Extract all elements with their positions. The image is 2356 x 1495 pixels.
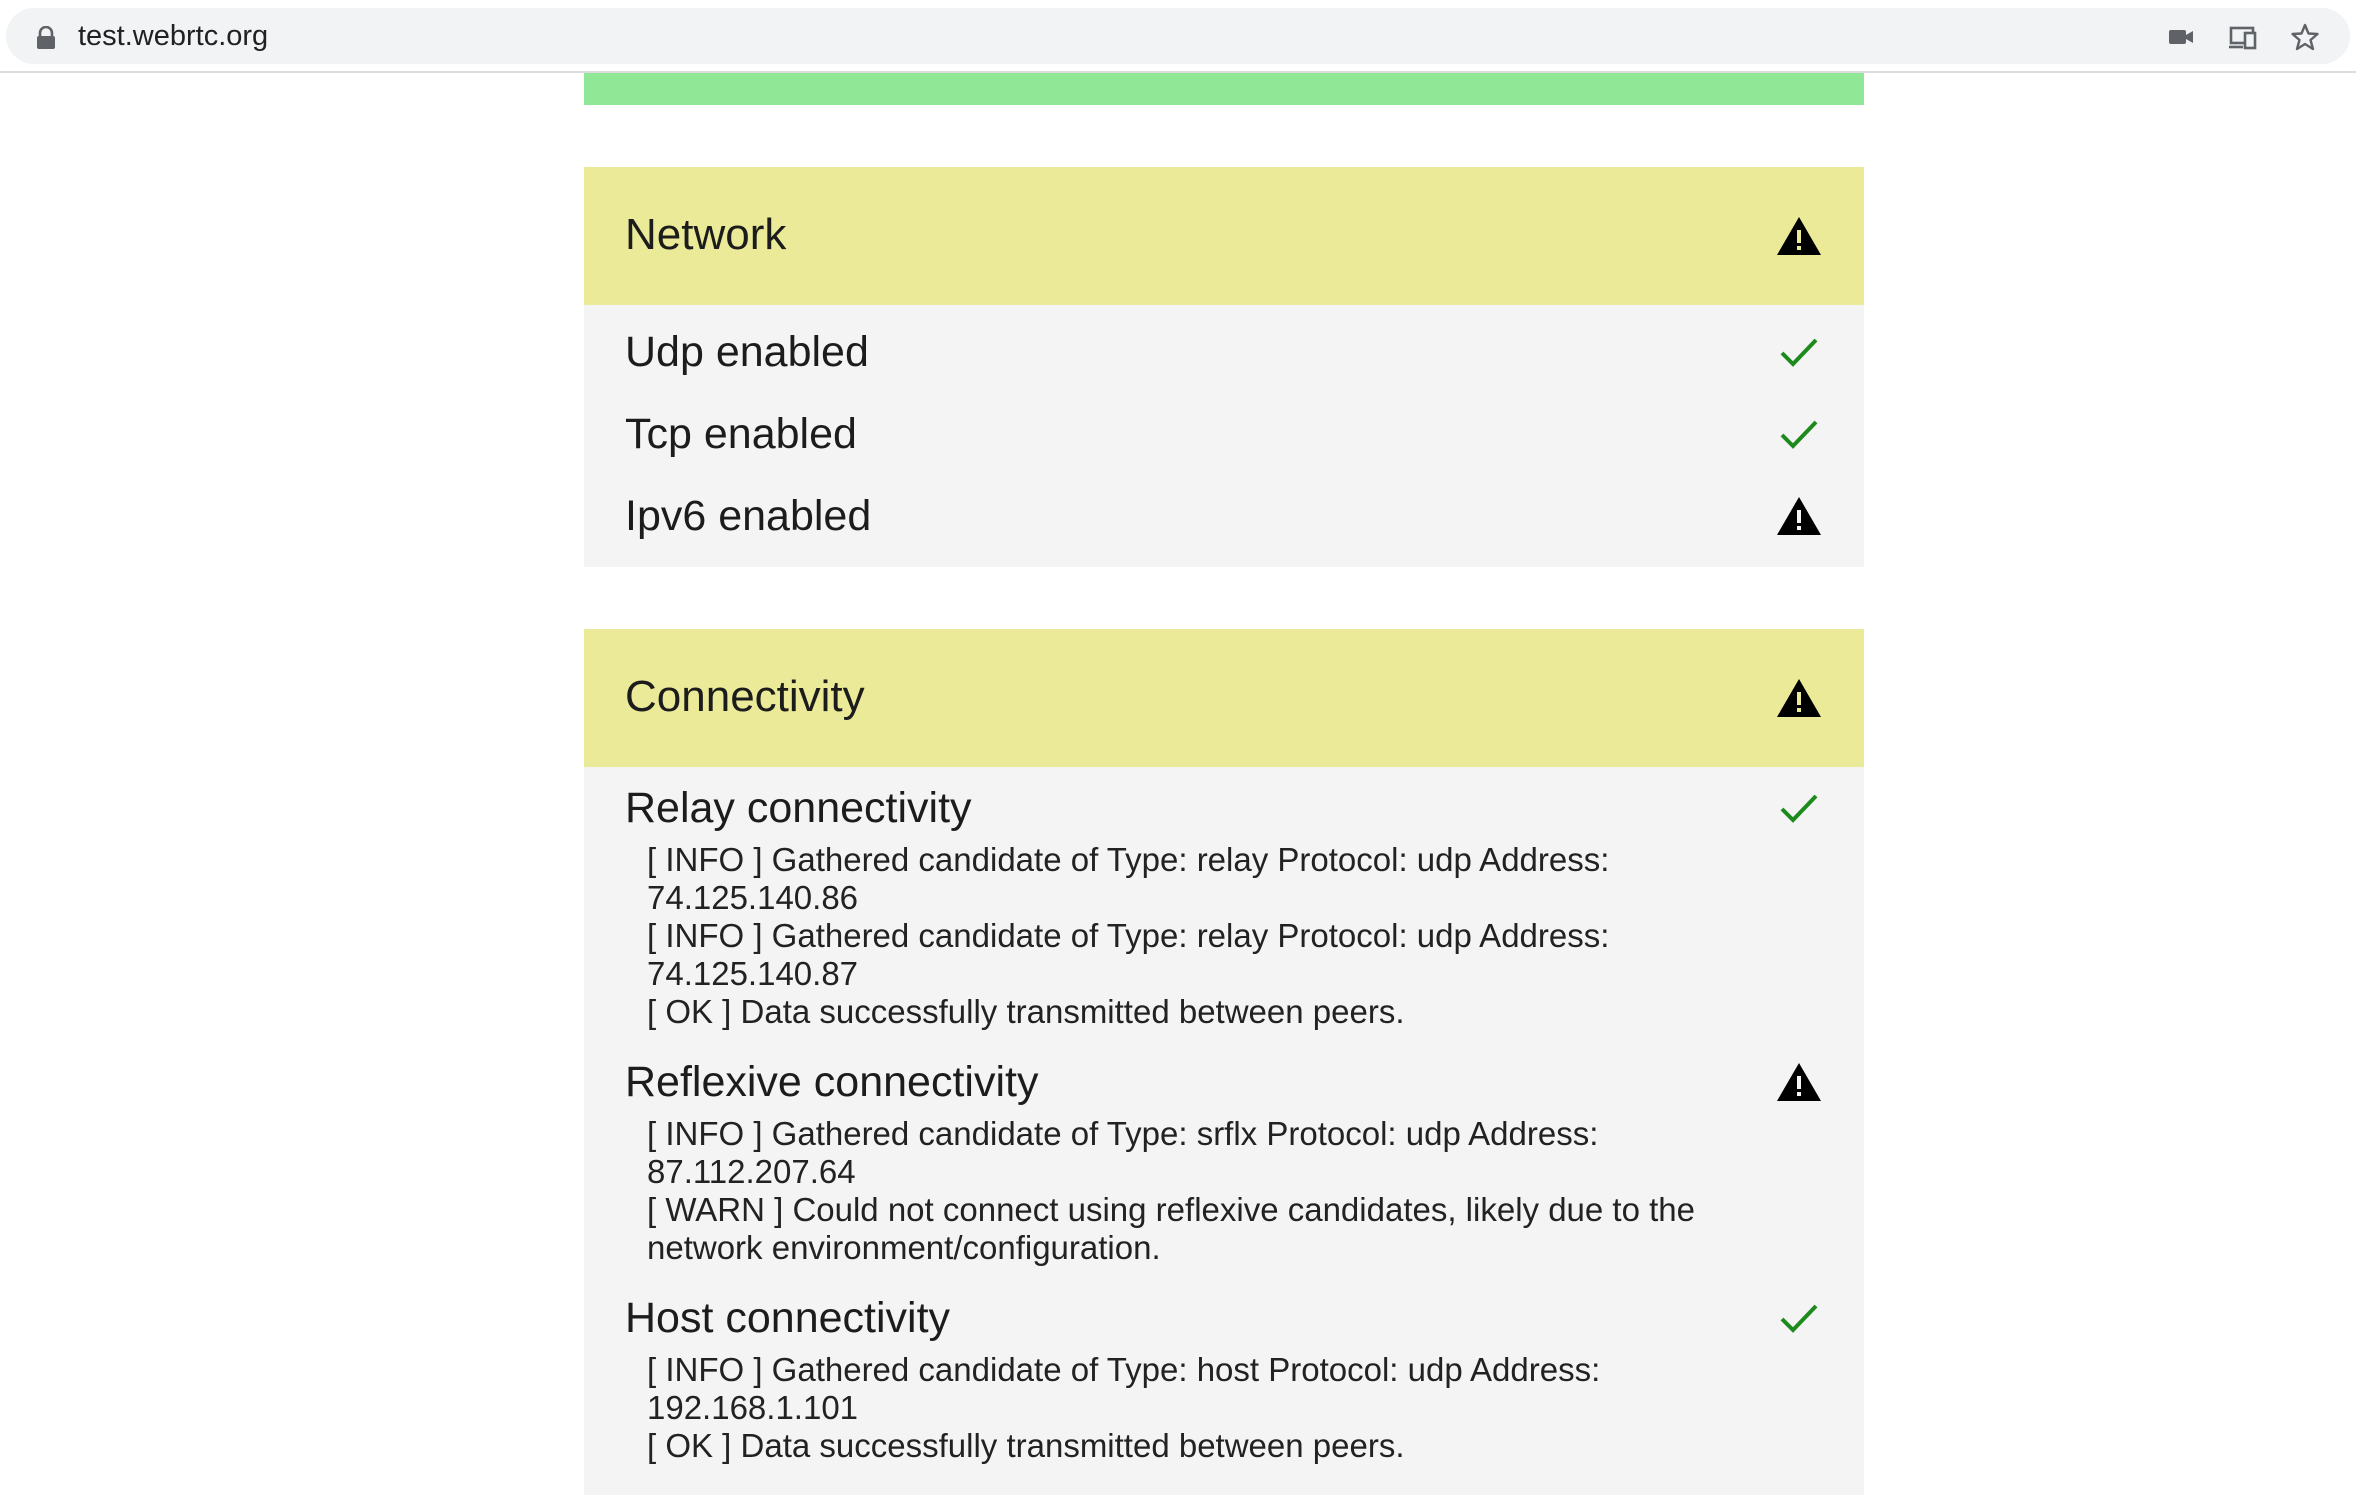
success-strip [584,73,1864,105]
test-label: Host connectivity [625,1294,951,1342]
address-bar[interactable]: test.webrtc.org [6,8,2350,64]
section-title: Network [625,210,787,259]
test-log: [ INFO ] Gathered candidate of Type: rel… [584,841,1864,1031]
list-item[interactable]: Ipv6 enabled [584,475,1864,557]
test-results: Network Udp enabled Tcp enabled Ipv6 ena… [584,73,1864,1495]
log-line: [ OK ] Data successfully transmitted bet… [647,993,1405,1030]
test-label: Tcp enabled [625,410,857,458]
network-header[interactable]: Network [584,167,1864,305]
star-icon[interactable] [2290,22,2320,52]
list-item[interactable]: Udp enabled [584,311,1864,393]
log-line: [ INFO ] Gathered candidate of Type: rel… [647,841,1610,916]
network-section: Network Udp enabled Tcp enabled Ipv6 ena… [584,167,1864,567]
url-text[interactable]: test.webrtc.org [78,20,268,52]
test-log: [ INFO ] Gathered candidate of Type: hos… [584,1351,1864,1465]
connectivity-body: Relay connectivity [ INFO ] Gathered can… [584,767,1864,1495]
browser-toolbar: test.webrtc.org [0,0,2356,73]
list-item[interactable]: Relay connectivity [ INFO ] Gathered can… [584,775,1864,1031]
test-label: Reflexive connectivity [625,1058,1039,1106]
camera-icon[interactable] [2166,22,2196,52]
connectivity-section: Connectivity Relay connectivity [ INFO ]… [584,629,1864,1495]
warning-icon [1777,217,1821,255]
warning-icon [1777,1063,1821,1101]
list-item[interactable]: Reflexive connectivity [ INFO ] Gathered… [584,1049,1864,1267]
network-body: Udp enabled Tcp enabled Ipv6 enabled [584,305,1864,567]
list-item[interactable]: Tcp enabled [584,393,1864,475]
test-label: Relay connectivity [625,784,972,832]
check-icon [1780,794,1818,823]
log-line: [ INFO ] Gathered candidate of Type: hos… [647,1351,1601,1426]
log-line: [ INFO ] Gathered candidate of Type: rel… [647,917,1610,992]
log-line: [ WARN ] Could not connect using reflexi… [647,1191,1695,1266]
test-log: [ INFO ] Gathered candidate of Type: srf… [584,1115,1864,1267]
test-label: Udp enabled [625,328,869,376]
check-icon [1780,420,1818,449]
section-title: Connectivity [625,672,865,721]
check-icon [1780,1304,1818,1333]
list-item[interactable]: Host connectivity [ INFO ] Gathered cand… [584,1285,1864,1465]
warning-icon [1777,679,1821,717]
lock-icon[interactable] [36,26,56,50]
connectivity-header[interactable]: Connectivity [584,629,1864,767]
cast-icon[interactable] [2228,22,2258,52]
test-label: Ipv6 enabled [625,492,872,540]
warning-icon [1777,497,1821,535]
log-line: [ OK ] Data successfully transmitted bet… [647,1427,1405,1464]
check-icon [1780,338,1818,367]
log-line: [ INFO ] Gathered candidate of Type: srf… [647,1115,1599,1190]
